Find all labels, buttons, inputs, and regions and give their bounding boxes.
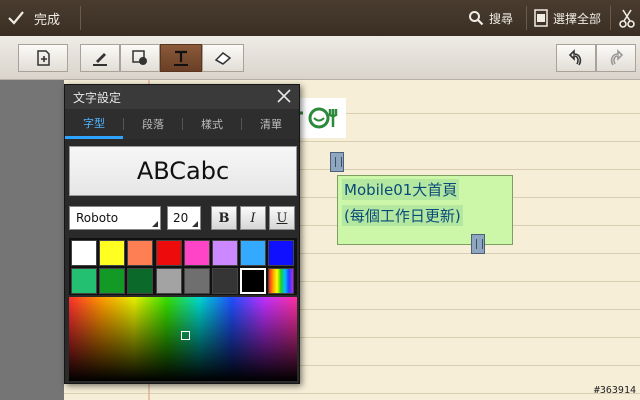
- pen-icon: [93, 53, 107, 66]
- color-swatch[interactable]: [240, 240, 267, 266]
- image-shape-icon: [132, 50, 147, 65]
- color-swatch[interactable]: [240, 268, 267, 294]
- font-preview: ABCabc: [69, 146, 297, 196]
- rainbow-swatch[interactable]: [268, 268, 295, 294]
- undo-icon: [568, 49, 582, 66]
- image-tool-button[interactable]: [120, 44, 160, 72]
- tab-font[interactable]: 字型: [65, 109, 123, 139]
- done-button[interactable]: 完成: [6, 6, 60, 30]
- close-icon[interactable]: [277, 89, 291, 103]
- redo-button[interactable]: [596, 44, 636, 72]
- color-swatch[interactable]: [155, 240, 182, 266]
- color-swatch[interactable]: [212, 268, 238, 294]
- color-swatch[interactable]: [127, 268, 154, 294]
- font-family-select[interactable]: Roboto: [69, 206, 161, 230]
- pen-toolbar: [0, 36, 640, 80]
- topbar-divider: [610, 6, 611, 30]
- text-settings-panel: 文字設定 字型 段落 樣式 清單 ABCabc Roboto 20 B I U: [64, 84, 300, 384]
- bold-button[interactable]: B: [211, 206, 237, 230]
- text-tool-button[interactable]: [160, 44, 202, 72]
- selection-start-handle[interactable]: [330, 152, 344, 172]
- color-swatch[interactable]: [127, 240, 154, 266]
- dropdown-corner-icon: [192, 221, 198, 227]
- s-note-screen: 完成 搜尋 選擇全部 Mobile01大首頁 (每個工作日更新) 文字設定 字型…: [0, 0, 640, 400]
- panel-tabs: 字型 段落 樣式 清單: [65, 109, 299, 139]
- panel-header: 文字設定: [65, 85, 299, 109]
- topbar-divider: [526, 6, 527, 30]
- watermark: #363914: [593, 385, 636, 396]
- top-action-bar: 完成 搜尋 選擇全部: [0, 0, 640, 36]
- color-swatch[interactable]: [183, 240, 210, 266]
- color-swatch[interactable]: [71, 268, 97, 294]
- redo-icon: [610, 49, 624, 66]
- search-icon: [469, 11, 484, 26]
- tab-paragraph[interactable]: 段落: [124, 109, 182, 139]
- color-swatch[interactable]: [268, 240, 295, 266]
- italic-button[interactable]: I: [240, 206, 266, 230]
- done-label: 完成: [34, 12, 61, 28]
- tab-list[interactable]: 清單: [242, 109, 300, 139]
- note-text-line: (每個工作日更新): [342, 205, 463, 226]
- color-swatch[interactable]: [183, 268, 210, 294]
- text-tool-icon: [174, 50, 188, 66]
- selection-end-handle[interactable]: [471, 234, 485, 254]
- color-spectrum-picker[interactable]: [69, 297, 297, 381]
- underline-button[interactable]: U: [269, 206, 295, 230]
- select-all-button[interactable]: 選擇全部: [534, 6, 601, 30]
- select-all-label: 選擇全部: [553, 11, 602, 26]
- search-button[interactable]: 搜尋: [468, 6, 513, 30]
- eraser-icon: [214, 52, 232, 65]
- select-all-icon: [534, 9, 548, 27]
- note-text-line: Mobile01大首頁: [342, 179, 460, 200]
- topbar-divider: [80, 6, 81, 30]
- font-size-value: 20: [173, 211, 189, 225]
- pen-tool-button[interactable]: [80, 44, 120, 72]
- color-swatch[interactable]: [71, 240, 97, 266]
- color-swatch[interactable]: [99, 268, 126, 294]
- dropdown-corner-icon: [152, 221, 158, 227]
- spectrum-marker[interactable]: [181, 331, 190, 340]
- left-margin-strip: [0, 80, 64, 400]
- insert-page-icon: [37, 50, 50, 66]
- note-text-box[interactable]: Mobile01大首頁 (每個工作日更新): [337, 175, 513, 245]
- scissors-icon[interactable]: [618, 8, 636, 28]
- search-label: 搜尋: [489, 11, 514, 26]
- undo-button[interactable]: [556, 44, 596, 72]
- tab-style[interactable]: 樣式: [183, 109, 241, 139]
- color-swatch[interactable]: [212, 240, 238, 266]
- insert-page-button[interactable]: [18, 44, 68, 72]
- color-swatch[interactable]: [155, 268, 182, 294]
- color-palette: [69, 238, 297, 295]
- panel-title: 文字設定: [73, 91, 122, 105]
- font-size-select[interactable]: 20: [167, 206, 201, 230]
- color-swatch[interactable]: [99, 240, 126, 266]
- check-icon: [8, 11, 24, 25]
- font-family-value: Roboto: [76, 211, 119, 225]
- eraser-tool-button[interactable]: [202, 44, 244, 72]
